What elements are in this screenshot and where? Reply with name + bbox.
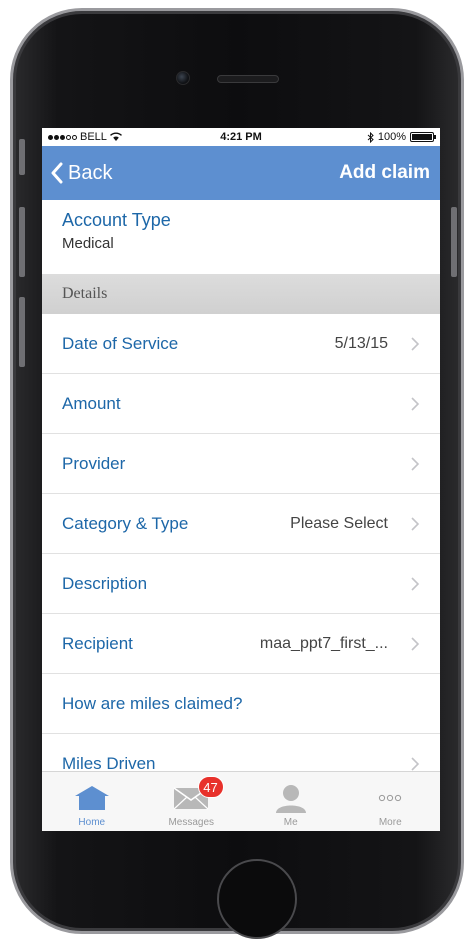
chevron-right-icon — [411, 576, 420, 591]
earpiece-speaker — [217, 75, 279, 83]
tab-more[interactable]: More — [341, 772, 441, 831]
tab-label: Me — [283, 817, 298, 828]
chevron-right-icon — [411, 516, 420, 531]
row-label: Amount — [62, 393, 121, 413]
messages-badge: 47 — [197, 776, 224, 798]
section-header-details: Details — [42, 274, 440, 314]
chevron-right-icon — [411, 756, 420, 771]
chevron-right-icon — [411, 456, 420, 471]
bluetooth-icon — [367, 131, 374, 143]
row-category-type[interactable]: Category & Type Please Select — [42, 494, 440, 554]
row-label: Provider — [62, 453, 126, 473]
wifi-icon — [109, 132, 122, 141]
tab-label: Messages — [168, 817, 215, 828]
signal-strength-icon — [48, 134, 77, 140]
front-camera — [176, 71, 190, 85]
chevron-right-icon — [411, 336, 420, 351]
person-icon — [271, 781, 311, 815]
row-description[interactable]: Description — [42, 554, 440, 614]
tab-label: More — [378, 817, 402, 828]
tab-home[interactable]: Home — [42, 772, 142, 831]
battery-percent: 100% — [377, 131, 406, 143]
row-label: How are miles claimed? — [62, 693, 243, 713]
back-button[interactable]: Back — [50, 162, 112, 185]
row-miles-claimed[interactable]: How are miles claimed? — [42, 674, 440, 734]
chevron-left-icon — [51, 162, 63, 184]
chevron-right-icon — [411, 396, 420, 411]
mute-switch — [19, 139, 25, 175]
row-amount[interactable]: Amount — [42, 374, 440, 434]
power-button — [451, 207, 457, 277]
row-value: 5/13/15 — [334, 334, 388, 352]
account-type-value: Medical — [62, 235, 114, 252]
tab-bar: Home 47 Messages Me More — [42, 771, 440, 831]
battery-icon — [410, 132, 436, 142]
home-hardware-button[interactable] — [217, 859, 297, 939]
row-provider[interactable]: Provider — [42, 434, 440, 494]
page-title: Add claim — [339, 162, 430, 183]
tab-messages[interactable]: 47 Messages — [142, 772, 242, 831]
status-bar: BELL 4:21 PM 100% — [42, 128, 440, 146]
volume-up-button — [19, 207, 25, 277]
carrier-name: BELL — [80, 131, 107, 143]
chevron-right-icon — [411, 636, 420, 651]
row-date-of-service[interactable]: Date of Service 5/13/15 — [42, 314, 440, 374]
volume-down-button — [19, 297, 25, 367]
tab-label: Home — [78, 817, 106, 828]
row-label: Recipient — [62, 633, 133, 653]
row-value: Please Select — [290, 514, 388, 532]
account-type-label: Account Type — [62, 210, 171, 230]
app-screen: BELL 4:21 PM 100% Back Add claim Account… — [42, 128, 440, 831]
section-title: Details — [62, 285, 108, 302]
more-icon — [370, 781, 410, 815]
navigation-bar: Back Add claim — [42, 146, 440, 200]
back-label: Back — [68, 161, 113, 184]
tab-me[interactable]: Me — [241, 772, 341, 831]
account-type-block: Account Type Medical — [42, 200, 440, 274]
row-recipient[interactable]: Recipient maa_ppt7_first_... — [42, 614, 440, 674]
row-value: maa_ppt7_first_... — [259, 634, 388, 652]
row-label: Date of Service — [62, 333, 179, 353]
row-label: Category & Type — [62, 513, 189, 533]
home-icon — [72, 781, 112, 815]
row-label: Description — [62, 573, 148, 593]
